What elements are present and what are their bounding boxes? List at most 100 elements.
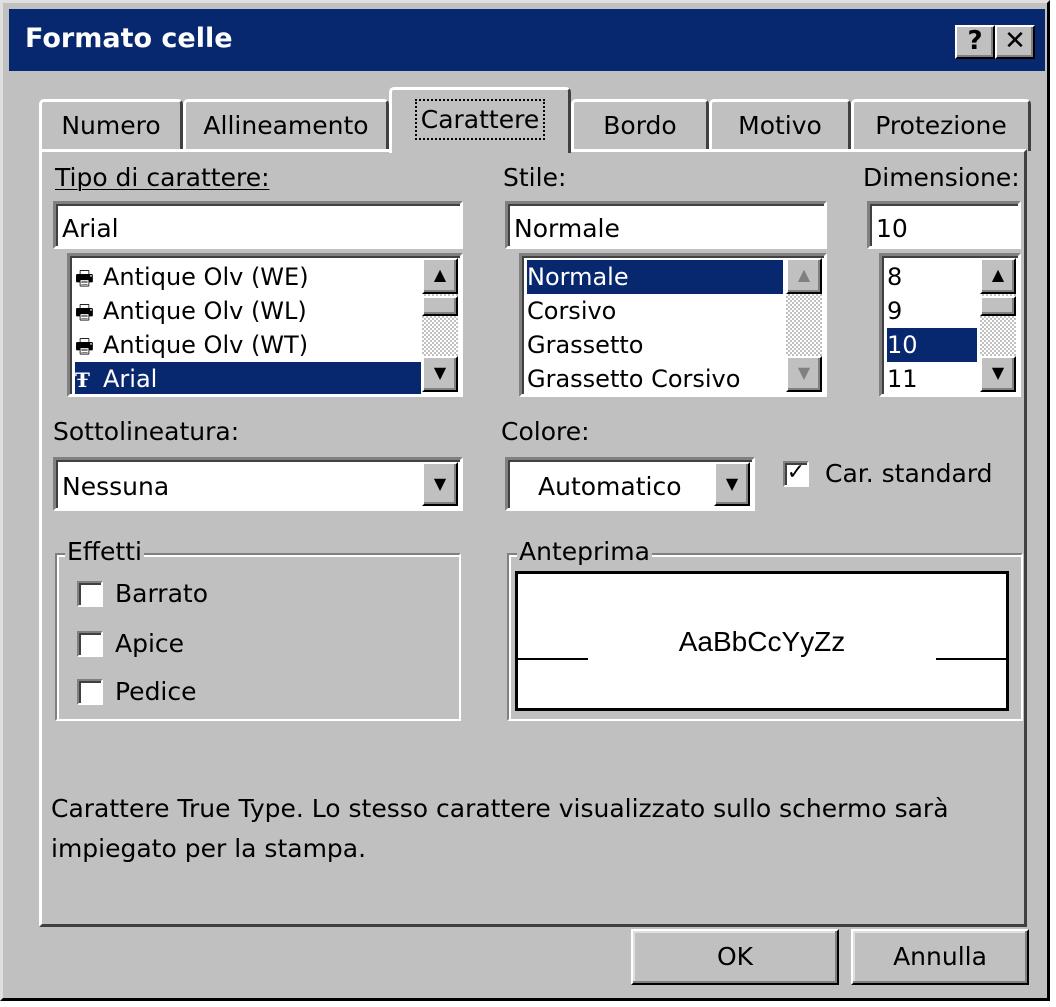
cancel-button[interactable]: Annulla: [851, 929, 1029, 985]
font-label: Tipo di carattere:: [55, 163, 270, 192]
list-item-label: Grassetto Corsivo: [527, 365, 741, 393]
standard-font-label: Car. standard: [825, 459, 993, 488]
size-input-value: 10: [876, 214, 908, 243]
style-label-text: Stile:: [503, 163, 567, 192]
window-title: Formato celle: [25, 23, 233, 54]
color-label-text: Colore:: [501, 417, 590, 446]
list-item-label: 11: [887, 365, 918, 393]
list-item[interactable]: Grassetto: [527, 328, 783, 362]
tab-label: Allineamento: [203, 111, 369, 140]
dropdown-button[interactable]: ▼: [714, 462, 750, 506]
underline-select[interactable]: Nessuna ▼: [53, 457, 463, 511]
size-input[interactable]: 10: [867, 201, 1021, 249]
list-item[interactable]: Corsivo: [527, 294, 783, 328]
standard-font-label-text: Car. standard: [825, 459, 993, 488]
scroll-thumb[interactable]: [422, 296, 458, 316]
printer-font-icon: 🖶: [75, 266, 94, 290]
baseline-right: [936, 658, 1006, 660]
strikethrough-label: Barrato: [115, 579, 208, 608]
help-button[interactable]: ?: [955, 25, 995, 59]
font-input[interactable]: Arial: [53, 201, 463, 249]
font-list[interactable]: 🖶 Antique Olv (WE) 🖶 Antique Olv (WL) 🖶 Ant…: [67, 253, 463, 397]
printer-font-icon: 🖶: [75, 334, 94, 358]
tab-label: Protezione: [875, 111, 1007, 140]
strikethrough-label-text: Barrato: [115, 579, 209, 608]
help-icon: ?: [967, 26, 983, 56]
style-list-scrollbar: ▲ ▼: [786, 258, 822, 392]
arrow-up-icon: ▲: [433, 265, 447, 284]
style-input[interactable]: Normale: [505, 201, 827, 249]
font-list-scrollbar[interactable]: ▲ ▼: [422, 258, 458, 392]
arrow-up-icon: ▲: [797, 265, 811, 284]
list-item[interactable]: 9: [887, 294, 977, 328]
subscript-label-text: Pedice: [115, 677, 197, 706]
list-item-label: Arial: [103, 365, 158, 393]
list-item-label: 10: [887, 331, 918, 359]
list-item-label: Antique Olv (WE): [103, 263, 309, 291]
superscript-label: Apice: [115, 629, 184, 658]
strikethrough-checkbox[interactable]: [77, 581, 103, 607]
standard-font-checkbox[interactable]: ✓: [783, 461, 809, 487]
title-bar[interactable]: Formato celle ? ✕: [9, 9, 1045, 71]
scroll-up-button[interactable]: ▲: [422, 258, 458, 294]
tab-allineamento[interactable]: Allineamento: [183, 99, 389, 151]
style-label: Stile:: [503, 163, 566, 192]
font-input-value: Arial: [62, 214, 119, 243]
size-label-text: Dimensione:: [863, 163, 1020, 192]
close-button[interactable]: ✕: [995, 25, 1035, 59]
superscript-label-text: Apice: [115, 629, 185, 658]
arrow-down-icon: ▼: [991, 363, 1005, 382]
effects-group-title: Effetti: [65, 537, 144, 566]
list-item-selected[interactable]: Normale: [527, 260, 783, 294]
list-item[interactable]: 🖶 Antique Olv (WT): [75, 328, 421, 362]
arrow-down-icon: ▼: [433, 363, 447, 382]
tab-carattere[interactable]: Carattere: [389, 87, 571, 153]
style-input-value: Normale: [514, 214, 620, 243]
subscript-checkbox[interactable]: [77, 679, 103, 705]
list-item[interactable]: 11: [887, 362, 977, 394]
tab-bordo[interactable]: Bordo: [571, 99, 709, 151]
scroll-up-button[interactable]: ▲: [980, 258, 1016, 294]
list-item-selected[interactable]: Ŧ Arial: [75, 362, 421, 394]
tab-motivo[interactable]: Motivo: [709, 99, 851, 151]
chevron-down-icon: ▼: [725, 474, 739, 493]
chevron-down-icon: ▼: [433, 474, 447, 493]
list-item-selected[interactable]: 10: [887, 328, 977, 362]
dropdown-button[interactable]: ▼: [422, 462, 458, 506]
scroll-down-button[interactable]: ▼: [980, 356, 1016, 392]
scroll-down-button[interactable]: ▼: [422, 356, 458, 392]
list-item[interactable]: 🖶 Antique Olv (WE): [75, 260, 421, 294]
color-select[interactable]: Automatico ▼: [505, 457, 755, 511]
style-list[interactable]: Normale Corsivo Grassetto Grassetto Cors…: [519, 253, 827, 397]
subscript-label: Pedice: [115, 677, 197, 706]
cancel-button-label: Annulla: [893, 942, 987, 971]
tab-numero[interactable]: Numero: [39, 99, 183, 151]
checkmark-icon: ✓: [786, 460, 806, 485]
list-item[interactable]: 8: [887, 260, 977, 294]
printer-font-icon: 🖶: [75, 300, 94, 324]
size-list[interactable]: 8 9 10 11 ▲ ▼: [879, 253, 1021, 397]
underline-select-value: Nessuna: [62, 472, 170, 501]
list-item[interactable]: 🖶 Antique Olv (WL): [75, 294, 421, 328]
tab-label: Carattere: [414, 99, 546, 140]
list-item-label: Corsivo: [527, 297, 617, 325]
preview-box: AaBbCcYyZz: [515, 571, 1009, 711]
tab-label: Bordo: [603, 111, 677, 140]
format-cells-dialog: Formato celle ? ✕ Numero Allineamento Ca…: [0, 0, 1050, 1001]
list-item-label: 8: [887, 263, 903, 291]
underline-label: Sottolineatura:: [53, 417, 239, 446]
font-info-text: Carattere True Type. Lo stesso carattere…: [51, 794, 949, 863]
scroll-down-button: ▼: [786, 356, 822, 392]
size-list-scrollbar[interactable]: ▲ ▼: [980, 258, 1016, 392]
scroll-thumb[interactable]: [980, 296, 1016, 316]
superscript-checkbox[interactable]: [77, 631, 103, 657]
truetype-icon: Ŧ: [75, 368, 90, 392]
list-item[interactable]: Grassetto Corsivo: [527, 362, 783, 394]
ok-button-label: OK: [716, 942, 754, 971]
tab-label: Numero: [61, 111, 161, 140]
scroll-up-button: ▲: [786, 258, 822, 294]
list-item-label: Antique Olv (WT): [103, 331, 309, 359]
font-label-text: Tipo di carattere:: [55, 163, 270, 192]
ok-button[interactable]: OK: [631, 929, 839, 985]
tab-protezione[interactable]: Protezione: [851, 99, 1031, 151]
